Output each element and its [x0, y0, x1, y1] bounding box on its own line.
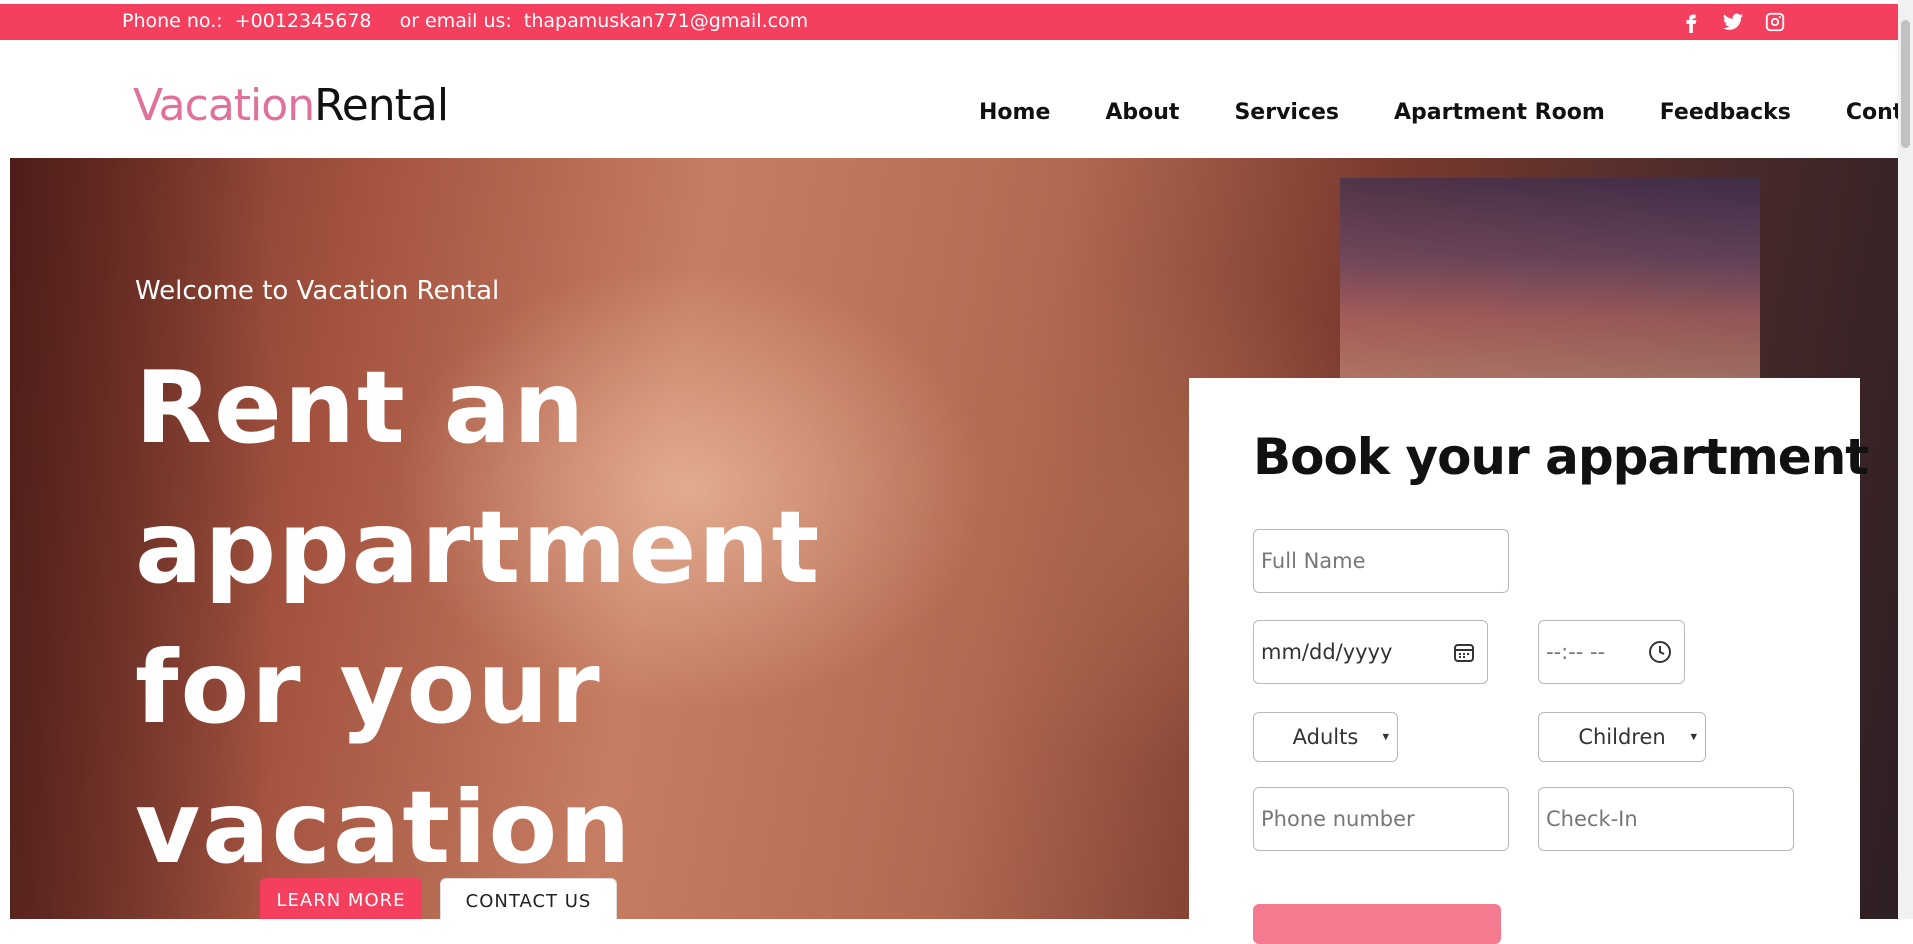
contact-info: Phone no.: +0012345678 or email us: thap…	[122, 10, 814, 32]
contact-us-button[interactable]: CONTACT US	[440, 878, 617, 919]
children-select[interactable]: Children ▾	[1538, 712, 1706, 762]
logo-part-vacation: Vacation	[133, 80, 315, 131]
top-contact-bar: Phone no.: +0012345678 or email us: thap…	[0, 4, 1898, 40]
nav-home[interactable]: Home	[979, 100, 1050, 125]
scrollbar-thumb[interactable]	[1901, 20, 1910, 148]
phone-label: Phone no.:	[122, 10, 223, 32]
nav-feedbacks[interactable]: Feedbacks	[1660, 100, 1791, 125]
chevron-down-icon: ▾	[1382, 729, 1389, 745]
page-scrollbar[interactable]	[1898, 0, 1913, 919]
social-links	[1680, 11, 1786, 33]
facebook-icon[interactable]	[1680, 11, 1702, 33]
chevron-down-icon: ▾	[1690, 729, 1697, 745]
clock-icon[interactable]	[1648, 640, 1672, 664]
booking-title: Book your appartment	[1253, 428, 1869, 486]
instagram-icon[interactable]	[1764, 11, 1786, 33]
hero-welcome-text: Welcome to Vacation Rental	[135, 276, 500, 306]
book-now-button[interactable]	[1253, 904, 1501, 944]
nav-about[interactable]: About	[1105, 100, 1179, 125]
adults-select[interactable]: Adults ▾	[1253, 712, 1398, 762]
brand-logo[interactable]: VacationRental	[133, 80, 449, 131]
main-navbar: VacationRental Home About Services Apart…	[0, 40, 1913, 158]
calendar-icon[interactable]	[1453, 641, 1475, 663]
nav-apartment-room[interactable]: Apartment Room	[1394, 100, 1605, 125]
nav-menu: Home About Services Apartment Room Feedb…	[979, 100, 1913, 125]
twitter-icon[interactable]	[1722, 11, 1744, 33]
time-input[interactable]: --:-- --	[1538, 620, 1685, 684]
hero-headline: Rent an appartment for your vacation	[135, 349, 822, 886]
phone-number[interactable]: +0012345678	[235, 10, 372, 32]
adults-select-value: Adults	[1292, 725, 1359, 749]
logo-part-rental: Rental	[314, 80, 449, 131]
learn-more-button[interactable]: LEARN MORE	[260, 878, 422, 919]
nav-services[interactable]: Services	[1234, 100, 1339, 125]
children-select-value: Children	[1578, 725, 1666, 749]
date-input[interactable]: mm/dd/yyyy	[1253, 620, 1488, 684]
check-in-input[interactable]: Check-In	[1538, 787, 1794, 851]
full-name-input[interactable]: Full Name	[1253, 529, 1509, 593]
time-input-value: --:-- --	[1546, 640, 1606, 664]
booking-form-card: Book your appartment Full Name mm/dd/yyy…	[1189, 378, 1869, 944]
phone-number-input[interactable]: Phone number	[1253, 787, 1509, 851]
email-label: or email us:	[399, 10, 512, 32]
hero-photo-backdrop	[1340, 178, 1760, 378]
date-input-value: mm/dd/yyyy	[1261, 640, 1393, 664]
email-address[interactable]: thapamuskan771@gmail.com	[524, 10, 808, 32]
